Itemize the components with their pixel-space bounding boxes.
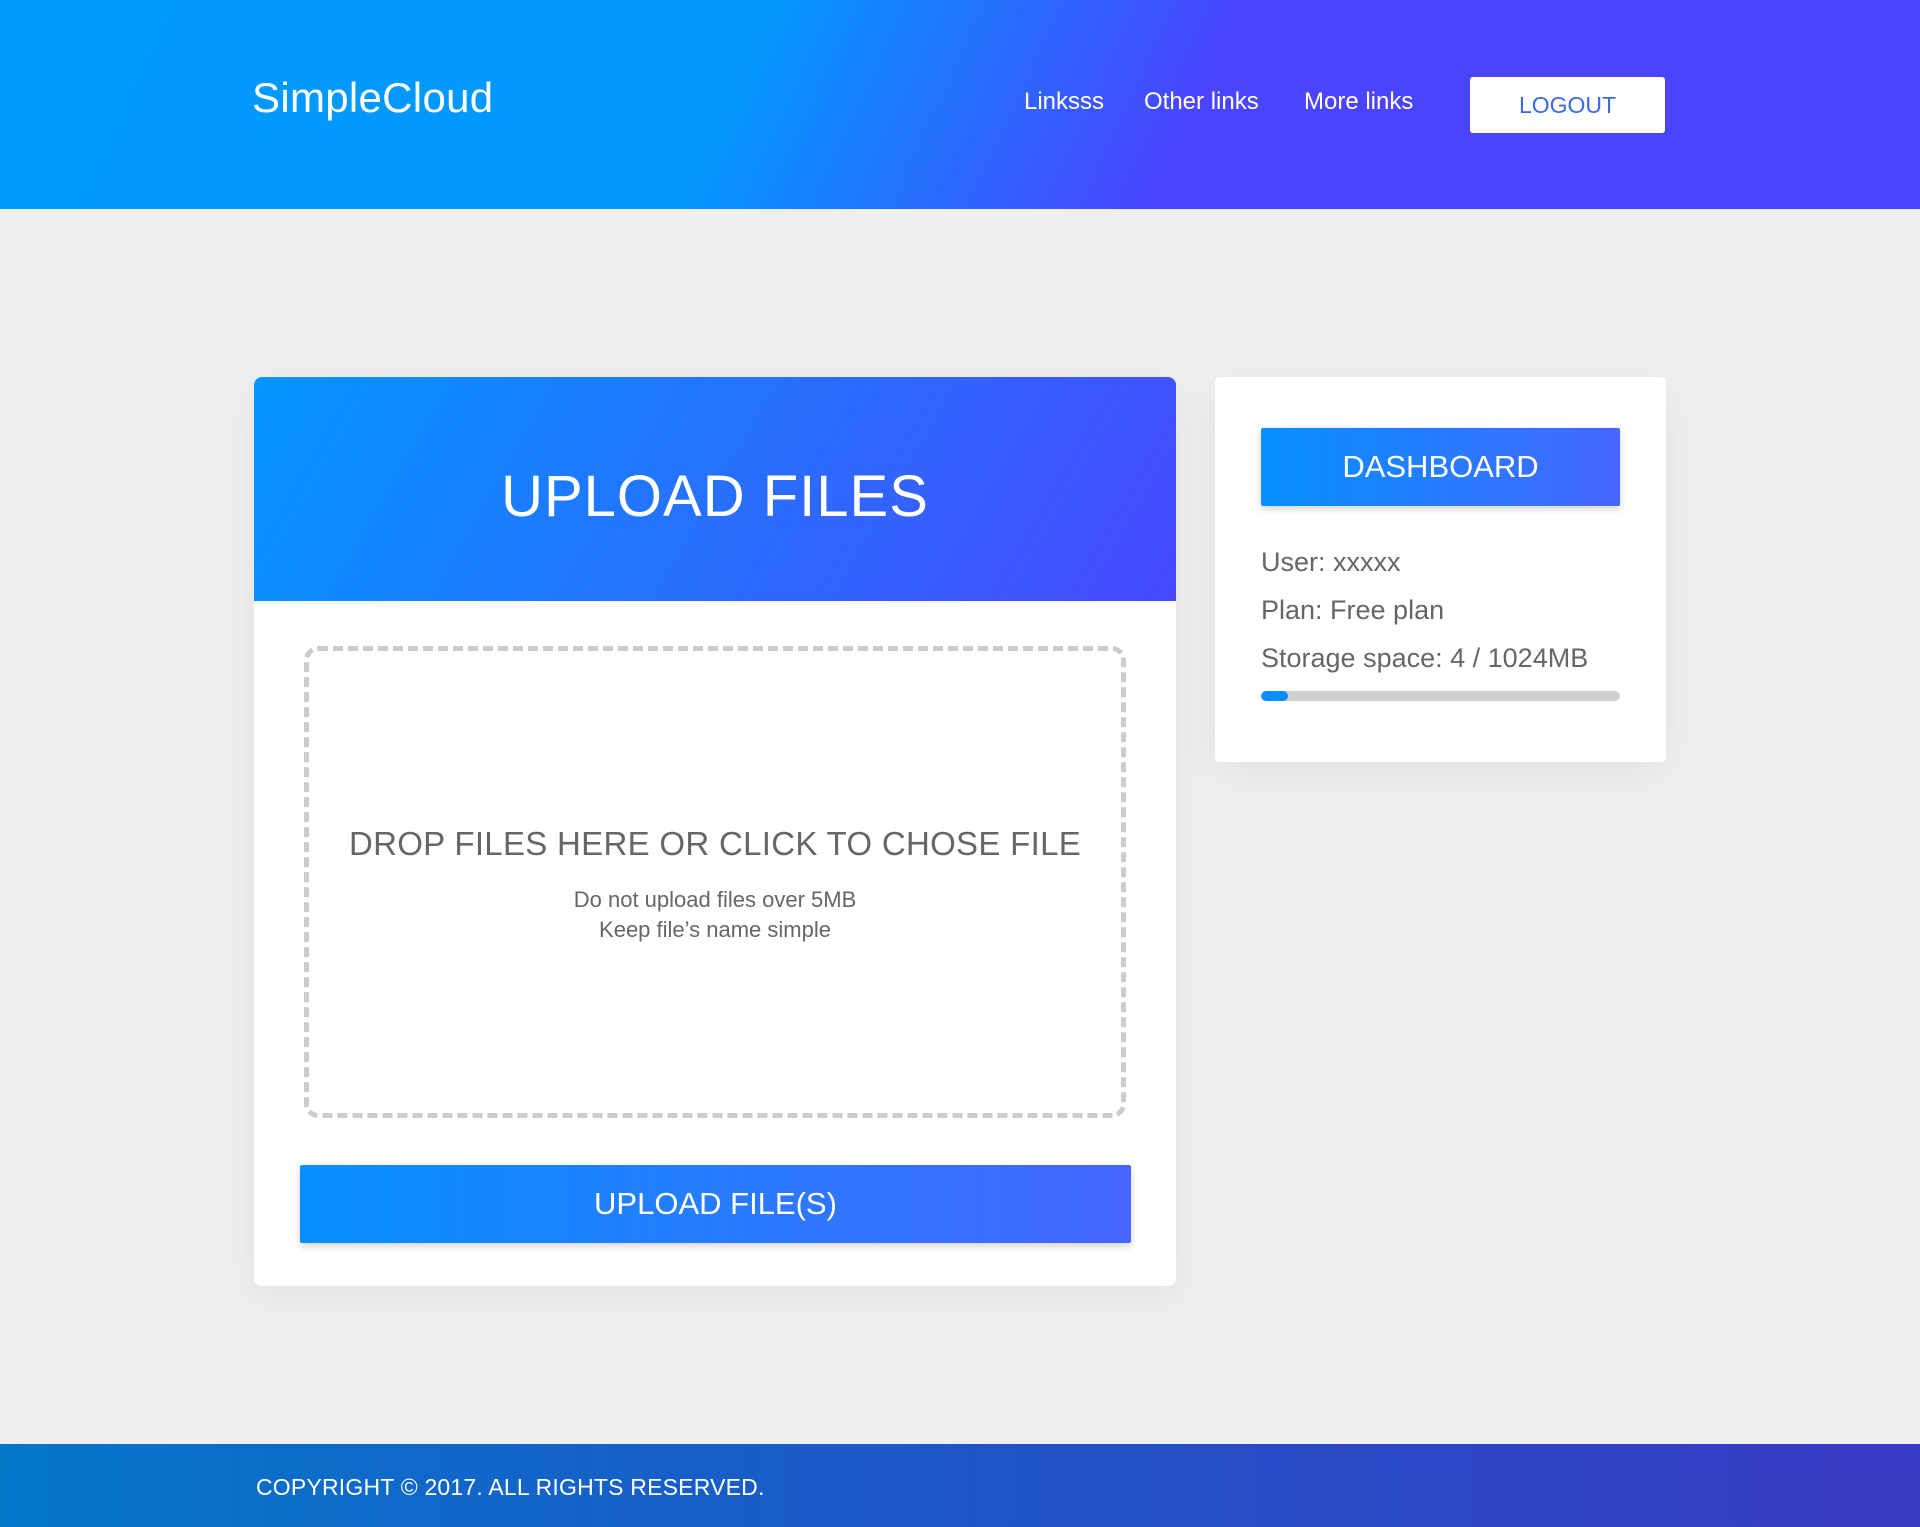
logout-button[interactable]: LOGOUT (1470, 77, 1665, 133)
account-card: DASHBOARD User: xxxxx Plan: Free plan St… (1215, 377, 1666, 762)
upload-card-header: UPLOAD FILES (254, 377, 1176, 601)
dropzone-note-size: Do not upload files over 5MB (573, 887, 857, 912)
upload-files-button[interactable]: UPLOAD FILE(S) (300, 1165, 1131, 1243)
storage-progress-bar (1261, 691, 1620, 701)
dropzone-note-name: Keep file’s name simple (599, 917, 831, 942)
upload-card: UPLOAD FILES DROP FILES HERE OR CLICK TO… (254, 377, 1176, 1286)
brand-logo-text[interactable]: SimpleCloud (252, 74, 493, 122)
nav-link-more-links[interactable]: More links (1304, 88, 1413, 116)
dashboard-button[interactable]: DASHBOARD (1261, 428, 1620, 506)
copyright-text: COPYRIGHT © 2017. ALL RIGHTS RESERVED. (256, 1474, 765, 1500)
storage-info: Storage space: 4 / 1024MB (1261, 643, 1589, 673)
user-info: User: xxxxx (1261, 547, 1401, 577)
storage-progress-fill (1261, 691, 1288, 701)
dropzone-note: Do not upload files over 5MB Keep file’s… (574, 885, 857, 945)
nav-link-linksss[interactable]: Linksss (1024, 88, 1104, 116)
file-dropzone[interactable]: DROP FILES HERE OR CLICK TO CHOSE FILE D… (304, 646, 1126, 1118)
dropzone-title: DROP FILES HERE OR CLICK TO CHOSE FILE (348, 825, 1082, 862)
upload-title: UPLOAD FILES (501, 463, 929, 529)
site-header: SimpleCloud Linksss Other links More lin… (0, 0, 1920, 209)
site-footer: COPYRIGHT © 2017. ALL RIGHTS RESERVED. (0, 1444, 1920, 1527)
nav-link-other-links[interactable]: Other links (1144, 88, 1259, 116)
plan-info: Plan: Free plan (1261, 595, 1445, 625)
